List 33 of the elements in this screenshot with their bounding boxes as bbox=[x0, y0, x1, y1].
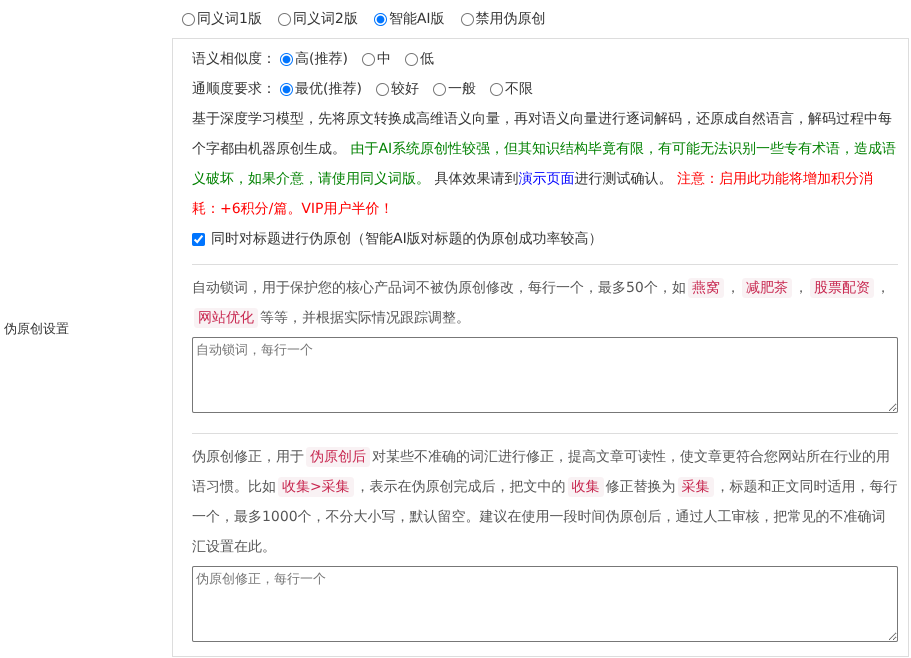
radio-label[interactable]: 禁用伪原创 bbox=[476, 10, 546, 28]
radio-button[interactable] bbox=[432, 82, 446, 96]
radio-label[interactable]: 同义词2版 bbox=[292, 10, 358, 28]
radio-label[interactable]: 较好 bbox=[390, 80, 419, 98]
radio-label[interactable]: 不限 bbox=[504, 80, 533, 98]
description-text: 伪原创修正，用于 伪原创后 对某些不准确的词汇进行修正，提高文章可读性，使文章更符合您网站所在行业的用语习惯。比如 收集>采集 ，表示在伪原创完成后，把文中的 收集 修正替换为 采集 ，标题和正文同时适用，每行一个，最多1000个，不分大小写，默认留空。建议在使用一段时间伪原创后，通过人工审核，把常见的不准确词汇设置在此。 bbox=[192, 446, 898, 557]
radio-label[interactable]: 中 bbox=[376, 50, 391, 68]
demo-page-link[interactable]: 演示页面 bbox=[518, 171, 574, 187]
checkbox-label[interactable]: 同时对标题进行伪原创（智能AI版对标题的伪原创成功率较高） bbox=[211, 230, 603, 248]
radio-button[interactable] bbox=[374, 12, 387, 26]
radio-button[interactable] bbox=[376, 82, 389, 96]
description-text: 基于深度学习模型，先将原文转换成高维语义向量，再对语义向量进行逐词解码，还原成自然语言，解码过程中每个字都由机器原创生成。 由于AI系统原创性较强，但其知识结构毕竟有限，有可能无法识别一些专有术语，造成语义破坏，如果介意，请使用同义词版。 具体效果请到演示页面进行测试确认。 注意：启用此功能将增加积分消耗：+6积分/篇。VIP用户半价！ bbox=[192, 110, 898, 219]
radio-button[interactable] bbox=[404, 52, 418, 66]
radio-button[interactable] bbox=[362, 52, 375, 66]
radio-label[interactable]: 一般 bbox=[448, 80, 476, 98]
radio-label[interactable]: 高(推荐) bbox=[295, 50, 348, 68]
setting-label: 伪原创设置 bbox=[4, 321, 69, 338]
description-text: 自动锁词，用于保护您的核心产品词不被伪原创修改，每行一个，最多50个，如 燕窝 ， 减肥茶 ， 股票配资 ， 网站优化 等等，并根据实际情况跟踪调整。 bbox=[192, 277, 891, 330]
radio-button[interactable] bbox=[490, 82, 503, 96]
checkbox[interactable] bbox=[192, 232, 205, 246]
radio-button[interactable] bbox=[460, 12, 474, 26]
correction-field[interactable]: 伪原创修正，每行一个 bbox=[192, 566, 898, 642]
radio-button[interactable] bbox=[280, 82, 293, 96]
radio-button[interactable] bbox=[182, 12, 195, 26]
radio-label[interactable]: 低 bbox=[420, 50, 434, 68]
radio-label[interactable]: 最优(推荐) bbox=[295, 80, 362, 98]
fluency-label: 通顺度要求： bbox=[192, 80, 276, 98]
lock-words-field[interactable]: 自动锁词，每行一个 bbox=[192, 337, 898, 413]
radio-button[interactable] bbox=[278, 12, 291, 26]
radio-label[interactable]: 同义词1版 bbox=[197, 10, 262, 28]
radio-button[interactable] bbox=[280, 52, 293, 66]
similarity-label: 语义相似度： bbox=[192, 50, 276, 68]
radio-label[interactable]: 智能AI版 bbox=[388, 10, 445, 28]
